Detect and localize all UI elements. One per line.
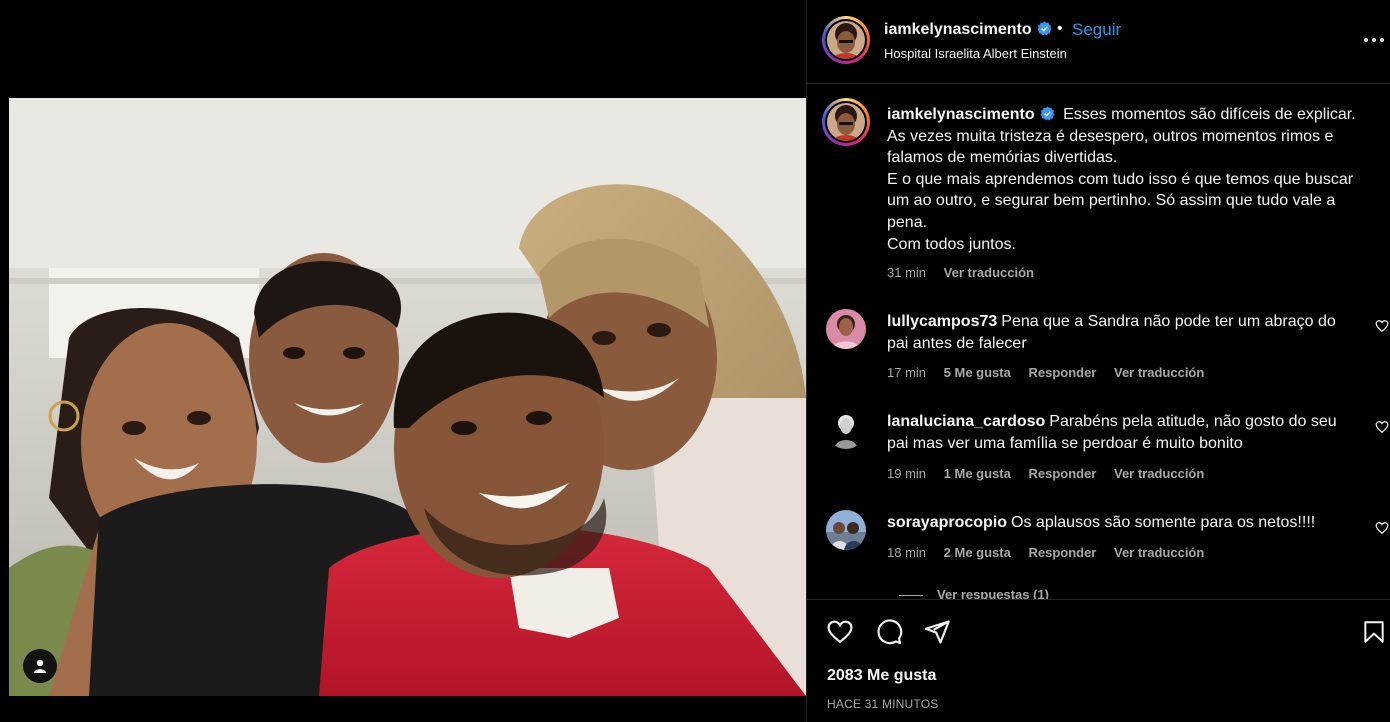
heart-icon	[827, 620, 853, 644]
author-username[interactable]: iamkelynascimento	[884, 21, 1052, 39]
author-username-text[interactable]: iamkelynascimento	[884, 21, 1032, 38]
follow-button[interactable]: Seguir	[1072, 20, 1121, 40]
post-media-pane	[0, 0, 806, 722]
heart-icon	[1375, 522, 1389, 535]
comment-like-button[interactable]	[1375, 521, 1390, 537]
separator-dot: •	[1057, 20, 1063, 37]
comment-time[interactable]: 19 min	[887, 466, 926, 481]
comment-time[interactable]: 18 min	[887, 545, 926, 560]
comment-like-button[interactable]	[1375, 319, 1390, 335]
verified-badge-icon	[1037, 21, 1052, 36]
caption-username[interactable]: iamkelynascimento	[887, 106, 1055, 123]
comment-meta: 17 min 5 Me gusta Responder Ver traducci…	[887, 365, 1218, 380]
author-avatar[interactable]	[822, 16, 870, 64]
comment-time[interactable]: 17 min	[887, 365, 926, 380]
caption-line: Esses momentos são difíceis de explicar.	[1063, 106, 1356, 123]
caption-translate-button[interactable]: Ver traducción	[944, 265, 1034, 280]
view-replies-button[interactable]: Ver respuestas (1)	[937, 587, 1049, 599]
comment-body: Os aplausos são somente para os netos!!!…	[1011, 514, 1316, 531]
tag-user-button[interactable]	[23, 649, 57, 683]
reply-button[interactable]: Responder	[1028, 365, 1096, 380]
heart-icon	[1375, 320, 1389, 333]
caption-author-avatar[interactable]	[822, 98, 870, 146]
commenter-username[interactable]: lanaluciana_cardoso	[887, 413, 1045, 430]
post-photo[interactable]	[9, 98, 806, 696]
comment-meta: 19 min 1 Me gusta Responder Ver traducci…	[887, 466, 1218, 481]
comment-icon	[877, 619, 903, 645]
commenter-avatar[interactable]	[826, 409, 866, 449]
translate-button[interactable]: Ver traducción	[1114, 365, 1204, 380]
caption-line: As vezes muita tristeza é desespero, out…	[887, 127, 1334, 167]
translate-button[interactable]: Ver traducción	[1114, 545, 1204, 560]
post-details-panel: iamkelynascimento • Seguir Hospital Isra…	[806, 0, 1390, 722]
caption-time[interactable]: 31 min	[887, 265, 926, 280]
translate-button[interactable]: Ver traducción	[1114, 466, 1204, 481]
like-button[interactable]	[826, 618, 854, 646]
likes-count[interactable]: 2083 Me gusta	[827, 667, 936, 685]
share-button[interactable]	[923, 618, 951, 646]
more-options-icon	[1364, 38, 1384, 42]
user-tag-icon	[34, 659, 46, 673]
reply-button[interactable]: Responder	[1028, 545, 1096, 560]
post-header: iamkelynascimento • Seguir Hospital Isra…	[807, 0, 1390, 84]
comment-button[interactable]	[875, 618, 903, 646]
bookmark-icon	[1364, 621, 1384, 643]
post-actions-bar: 2083 Me gusta HACE 31 MINUTOS	[807, 599, 1390, 722]
comment-likes-button[interactable]: 1 Me gusta	[944, 466, 1011, 481]
comment-like-button[interactable]	[1375, 420, 1390, 436]
caption-username-text[interactable]: iamkelynascimento	[887, 106, 1035, 123]
commenter-username[interactable]: sorayaprocopio	[887, 514, 1007, 531]
save-button[interactable]	[1361, 618, 1389, 646]
comment-likes-button[interactable]: 2 Me gusta	[944, 545, 1011, 560]
more-options-button[interactable]	[1362, 30, 1386, 50]
comment-text: lanaluciana_cardoso Parabéns pela atitude…	[887, 411, 1347, 454]
post-caption: iamkelynascimento Esses momentos são dif…	[887, 104, 1377, 255]
comments-section[interactable]: iamkelynascimento Esses momentos são dif…	[807, 84, 1390, 599]
reply-button[interactable]: Responder	[1028, 466, 1096, 481]
verified-badge-icon	[1040, 106, 1055, 121]
caption-line: Com todos juntos.	[887, 235, 1016, 253]
commenter-avatar[interactable]	[826, 309, 866, 349]
caption-meta: 31 min Ver traducción	[887, 265, 1048, 280]
comment-likes-button[interactable]: 5 Me gusta	[944, 365, 1011, 380]
share-icon	[924, 620, 950, 644]
post-location[interactable]: Hospital Israelita Albert Einstein	[884, 46, 1067, 61]
comment-text: lullycampos73 Pena que a Sandra não pode …	[887, 311, 1347, 354]
post-timestamp[interactable]: HACE 31 MINUTOS	[827, 697, 938, 711]
commenter-username[interactable]: lullycampos73	[887, 313, 997, 330]
commenter-avatar[interactable]	[826, 510, 866, 550]
caption-line: E o que mais aprendemos com tudo isso é …	[887, 170, 1354, 231]
comment-text: sorayaprocopio Os aplausos são somente pa…	[887, 512, 1347, 534]
heart-icon	[1375, 421, 1389, 434]
comment-meta: 18 min 2 Me gusta Responder Ver traducci…	[887, 545, 1218, 560]
